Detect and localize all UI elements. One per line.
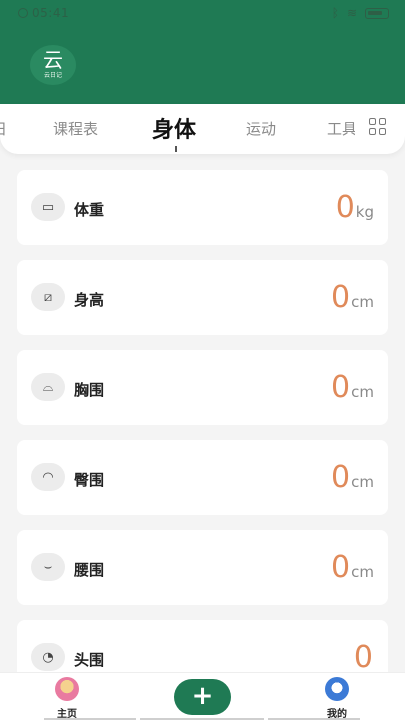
alarm-icon: [18, 8, 28, 18]
card-label: 臀围: [74, 471, 105, 489]
card-value: 0cm: [331, 372, 374, 408]
battery-icon: [365, 7, 389, 19]
measure-card-weight[interactable]: ▭ 体重 0kg: [17, 170, 388, 245]
nav-mine[interactable]: 我的: [307, 677, 367, 720]
card-label: 胸围: [74, 381, 105, 399]
ruler-icon: ⧄: [31, 283, 65, 311]
status-icons: ᛒ ≋: [332, 6, 389, 20]
status-bar: 05:41 ᛒ ≋: [0, 0, 405, 26]
card-label: 身高: [74, 291, 105, 309]
wifi-icon: ≋: [346, 6, 357, 20]
grid-menu-icon[interactable]: [369, 118, 387, 136]
card-value: 0kg: [336, 192, 374, 228]
value-number: 0: [335, 190, 355, 225]
chest-icon: ⌓: [31, 373, 65, 401]
tab-body[interactable]: 身体: [152, 112, 196, 144]
card-value: 0cm: [331, 552, 374, 588]
card-label: 体重: [74, 201, 105, 219]
bluetooth-icon: ᛒ: [331, 6, 339, 20]
scale-icon: ▭: [31, 193, 65, 221]
measure-card-chest[interactable]: ⌓ 胸围 0cm: [17, 350, 388, 425]
value-number: 0: [331, 460, 351, 495]
hip-icon: ◠: [31, 463, 65, 491]
status-time: 05:41: [18, 6, 69, 20]
profile-icon: [325, 677, 349, 701]
value-unit: cm: [351, 383, 374, 401]
card-label: 头围: [74, 651, 105, 669]
value-unit: cm: [351, 563, 374, 581]
value-unit: kg: [355, 203, 374, 221]
value-number: 0: [353, 640, 373, 675]
time-text: 05:41: [32, 6, 70, 20]
tab-schedule[interactable]: 课程表: [53, 118, 98, 139]
add-button[interactable]: +: [174, 679, 231, 715]
app-logo[interactable]: 云 云日记: [30, 45, 76, 85]
app-header: 05:41 ᛒ ≋ 云 云日记: [0, 0, 405, 104]
value-number: 0: [331, 370, 351, 405]
logo-text: 云日记: [43, 72, 62, 79]
measure-card-height[interactable]: ⧄ 身高 0cm: [17, 260, 388, 335]
tab-indicator: [175, 146, 177, 152]
card-value: 0cm: [331, 462, 374, 498]
value-number: 0: [331, 550, 351, 585]
nav-home[interactable]: 主页: [37, 677, 97, 720]
tab-sport[interactable]: 运动: [246, 118, 276, 139]
measure-card-hip[interactable]: ◠ 臀围 0cm: [17, 440, 388, 515]
waist-icon: ⌣: [31, 553, 65, 581]
card-value: 0cm: [331, 282, 374, 318]
logo-char: 云: [43, 48, 63, 72]
bottom-nav: 主页 + 我的: [0, 672, 405, 720]
category-tabs: 日 课程表 身体 运动 工具: [0, 104, 405, 154]
value-unit: cm: [351, 473, 374, 491]
tab-tools[interactable]: 工具: [327, 118, 355, 139]
home-icon: [55, 677, 79, 701]
value-unit: cm: [351, 293, 374, 311]
card-label: 腰围: [74, 561, 105, 579]
value-number: 0: [331, 280, 351, 315]
head-icon: ◔: [31, 643, 65, 671]
measure-card-waist[interactable]: ⌣ 腰围 0cm: [17, 530, 388, 605]
tab-diary[interactable]: 日: [0, 118, 7, 139]
